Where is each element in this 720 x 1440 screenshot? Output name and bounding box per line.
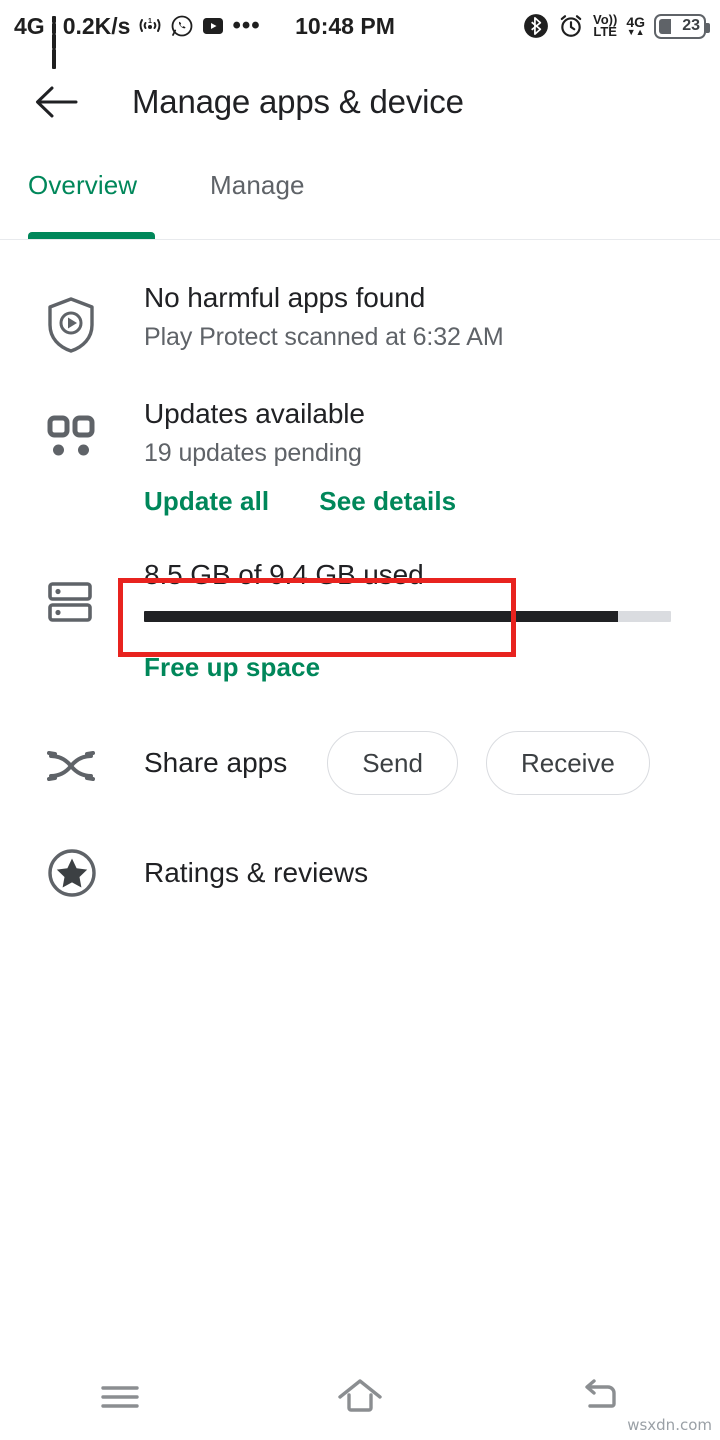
shield-play-icon (48, 297, 94, 353)
nav-recents-button[interactable] (60, 1380, 180, 1414)
share-apps-icon (47, 751, 95, 781)
nav-home-button[interactable] (300, 1377, 420, 1417)
play-protect-body: No harmful apps found Play Protect scann… (144, 282, 720, 354)
share-apps-label: Share apps (144, 747, 288, 778)
tab-overview-label: Overview (28, 170, 138, 200)
signal-bars-icon (51, 16, 56, 69)
send-button[interactable]: Send (327, 731, 458, 795)
data-speed-label: 0.2K/s (62, 12, 131, 39)
status-bar: 4G 0.2K/s 1 ••• 10:48 PM Vo)) LTE 4G ▼▲ … (0, 0, 720, 69)
nav-back-button[interactable] (540, 1378, 660, 1416)
receive-button[interactable]: Receive (485, 731, 650, 795)
status-overflow-icon: ••• (232, 12, 261, 39)
see-details-button[interactable]: See details (319, 486, 456, 517)
svg-text:1: 1 (149, 18, 153, 25)
tab-bar: Overview Manage (0, 152, 720, 240)
update-all-button[interactable]: Update all (144, 486, 269, 517)
updates-icon-wrap (40, 398, 144, 517)
status-bar-left: 4G 0.2K/s 1 ••• (14, 12, 261, 69)
volte-icon: Vo)) LTE (593, 11, 618, 39)
whatsapp-icon (170, 14, 194, 38)
app-bar: Manage apps & device (0, 52, 720, 152)
network-type-label: 4G (14, 12, 45, 39)
back-button[interactable] (34, 83, 78, 121)
ratings-icon-wrap (40, 847, 144, 899)
storage-progress-fill (144, 611, 619, 622)
tab-manage[interactable]: Manage (210, 152, 305, 201)
tab-manage-label: Manage (210, 170, 305, 200)
free-up-space-button[interactable]: Free up space (144, 652, 320, 683)
storage-body: 8.5 GB of 9.4 GB used Free up space (144, 559, 720, 683)
battery-percent-label: 23 (682, 17, 700, 34)
play-protect-icon-wrap (40, 282, 144, 354)
watermark: wsxdn.com (627, 1416, 712, 1434)
ratings-body: Ratings & reviews (144, 857, 720, 889)
play-protect-row[interactable]: No harmful apps found Play Protect scann… (0, 262, 720, 354)
updates-body: Updates available 19 updates pending Upd… (144, 398, 720, 517)
back-icon (585, 1379, 616, 1408)
star-circle-icon (48, 849, 96, 897)
sim-network-icon: 4G ▼▲ (626, 13, 645, 38)
storage-icon (48, 582, 92, 622)
status-bar-right: Vo)) LTE 4G ▼▲ 23 (523, 11, 710, 39)
home-icon (338, 1379, 382, 1412)
share-apps-body: Share apps Send Receive (144, 731, 720, 795)
content-list: No harmful apps found Play Protect scann… (0, 240, 720, 899)
storage-icon-wrap (40, 559, 144, 683)
updates-row: Updates available 19 updates pending Upd… (0, 354, 720, 517)
page-title: Manage apps & device (132, 83, 464, 120)
menu-icon (101, 1386, 139, 1408)
battery-icon: 23 (654, 13, 710, 39)
alarm-clock-icon (558, 13, 584, 39)
system-nav-bar (0, 1354, 720, 1440)
play-protect-subtitle: Play Protect scanned at 6:32 AM (144, 323, 504, 351)
youtube-icon (201, 14, 225, 38)
back-arrow-icon (36, 86, 78, 118)
play-protect-title: No harmful apps found (144, 282, 426, 313)
ratings-reviews-label: Ratings & reviews (144, 857, 369, 888)
ratings-reviews-row[interactable]: Ratings & reviews (0, 795, 720, 899)
storage-row: 8.5 GB of 9.4 GB used Free up space (0, 517, 720, 683)
storage-title: 8.5 GB of 9.4 GB used (144, 559, 424, 590)
updates-actions: Update all See details (144, 486, 690, 517)
storage-progress-bar (144, 611, 671, 622)
apps-grid-icon (47, 415, 95, 456)
tab-active-indicator (28, 232, 155, 239)
bluetooth-icon (523, 13, 549, 39)
updates-title: Updates available (144, 398, 365, 429)
hotspot-icon: 1 (137, 14, 163, 38)
share-apps-row: Share apps Send Receive (0, 683, 720, 795)
share-icon-wrap (40, 740, 144, 786)
tab-overview[interactable]: Overview (28, 152, 155, 201)
updates-subtitle: 19 updates pending (144, 439, 362, 467)
